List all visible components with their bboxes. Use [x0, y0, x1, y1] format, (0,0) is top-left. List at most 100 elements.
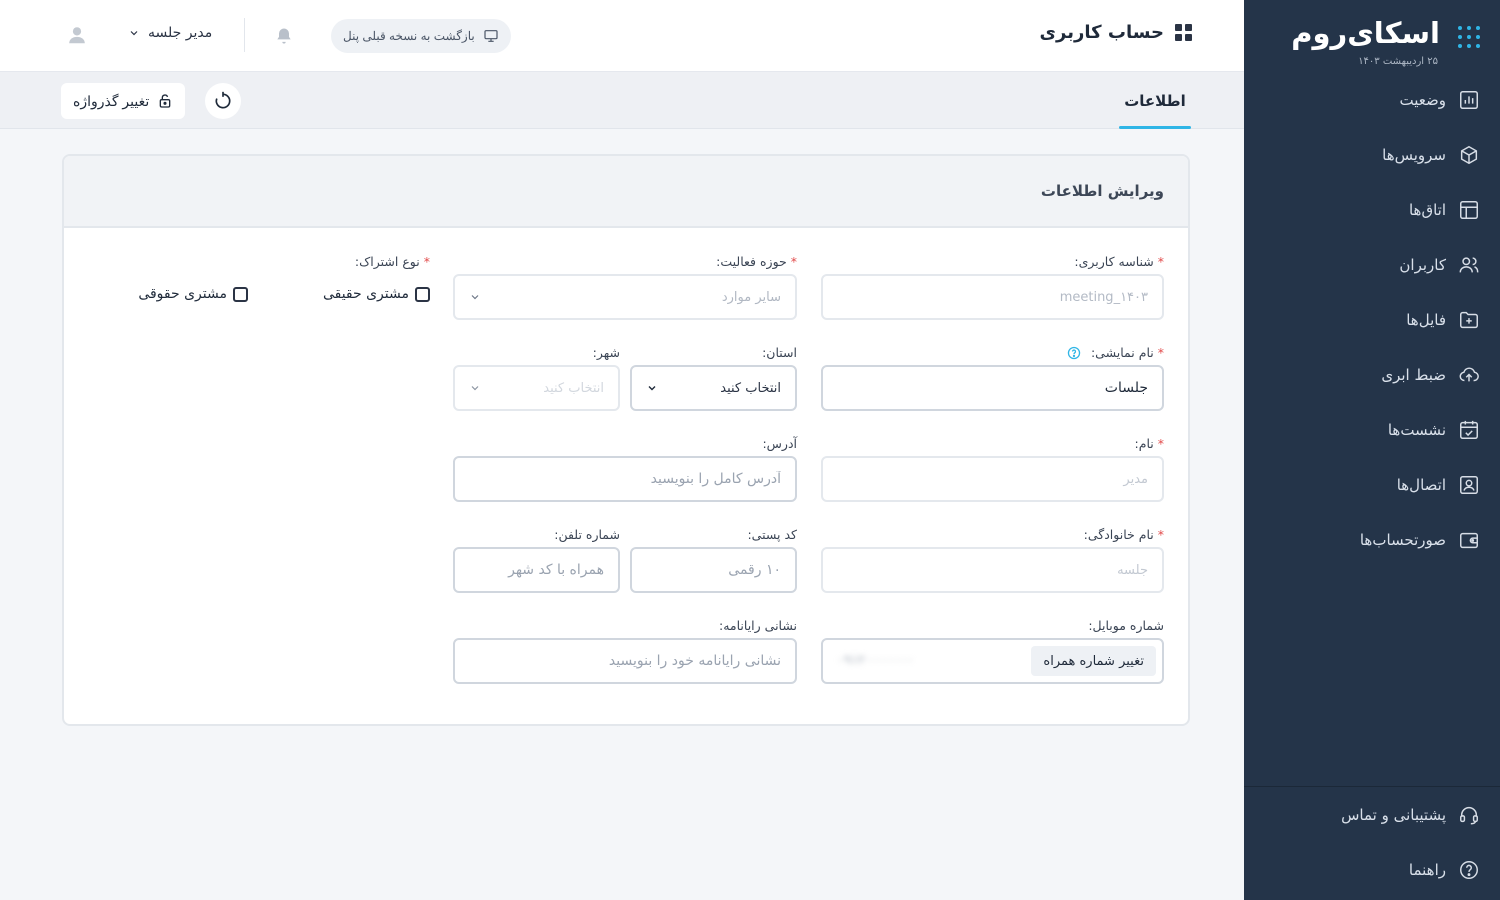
sidebar-item-support[interactable]: پشتیبانی و تماس — [1244, 787, 1500, 842]
user-menu[interactable]: مدیر جلسه — [128, 25, 212, 41]
sidebar-item-users[interactable]: کاربران — [1244, 237, 1500, 292]
required-mark: * — [1157, 436, 1164, 451]
sidebar-item-label: پشتیبانی و تماس — [1341, 805, 1446, 824]
phone-input[interactable] — [453, 547, 620, 593]
mobile-field: شماره موبایل: تغییر شماره همراه ۰۹۱۲۰۰۰۰… — [821, 618, 1164, 684]
email-input[interactable] — [453, 638, 797, 684]
province-label: استان: — [762, 345, 797, 360]
sidebar-item-label: اتاق‌ها — [1408, 200, 1446, 219]
sidebar-item-invoices[interactable]: صورتحساب‌ها — [1244, 512, 1500, 567]
monitor-icon — [484, 30, 498, 42]
sidebar-item-connections[interactable]: اتصال‌ها — [1244, 457, 1500, 512]
first-name-field: * نام: — [821, 436, 1165, 502]
tab-bar: اطلاعات تغییر گذرواژه — [0, 72, 1244, 129]
sidebar-item-label: ضبط ابری — [1381, 365, 1446, 384]
chevron-down-icon — [130, 31, 138, 36]
postal-code-label: کد پستی: — [747, 527, 797, 542]
email-field: نشانی رایانامه: — [453, 618, 797, 684]
avatar-icon[interactable] — [66, 24, 88, 46]
sidebar-item-files[interactable]: فایل‌ها — [1244, 292, 1500, 347]
postal-code-input[interactable] — [630, 547, 797, 593]
mobile-label: شماره موبایل: — [1088, 618, 1164, 633]
email-label: نشانی رایانامه: — [718, 618, 797, 633]
display-name-label-text: نام نمایشی: — [1090, 345, 1154, 360]
sidebar: اسکای‌روم ۲۵ اردیبهشت ۱۴۰۳ وضعیت سرویس‌ه… — [1244, 0, 1500, 900]
city-select[interactable]: انتخاب کنید — [453, 365, 620, 411]
required-mark: * — [790, 254, 797, 269]
sidebar-item-label: وضعیت — [1399, 90, 1446, 109]
username-input[interactable] — [821, 274, 1164, 320]
sidebar-bottom-nav: پشتیبانی و تماس راهنما — [1244, 786, 1500, 900]
mobile-input: تغییر شماره همراه ۰۹۱۲۰۰۰۰۰۰۰ — [821, 638, 1164, 684]
required-mark: * — [423, 254, 430, 269]
sidebar-item-label: راهنما — [1408, 860, 1446, 879]
sidebar-item-label: کاربران — [1399, 255, 1446, 274]
change-password-label: تغییر گذرواژه — [73, 92, 150, 109]
chevron-down-icon — [648, 386, 656, 391]
province-select[interactable]: انتخاب کنید — [630, 365, 797, 411]
address-input[interactable] — [453, 456, 797, 502]
back-to-old-panel-label: بازگشت به نسخه قبلی پنل — [343, 29, 475, 43]
calendar-check-icon — [1460, 420, 1478, 439]
legal-customer-option[interactable]: مشتری حقوقی — [138, 286, 248, 302]
cloud-upload-icon — [1459, 366, 1479, 381]
sidebar-item-label: صورتحساب‌ها — [1359, 530, 1446, 549]
province-field: استان: انتخاب کنید — [630, 345, 797, 411]
phone-field: شماره تلفن: — [453, 527, 620, 593]
refresh-icon — [215, 91, 231, 109]
real-customer-option[interactable]: مشتری حقیقی — [323, 286, 430, 302]
sidebar-item-label: اتصال‌ها — [1396, 475, 1446, 494]
chart-icon — [1460, 90, 1478, 109]
phone-label: شماره تلفن: — [554, 527, 620, 542]
real-customer-checkbox[interactable] — [415, 286, 430, 302]
required-mark: * — [1157, 345, 1164, 360]
last-name-label-text: نام خانوادگی: — [1083, 527, 1154, 542]
back-to-old-panel-button[interactable]: بازگشت به نسخه قبلی پنل — [331, 19, 511, 53]
apps-grid-icon[interactable] — [1458, 26, 1480, 48]
province-select-value: انتخاب کنید — [720, 380, 781, 396]
page-title: حساب کاربری — [1039, 22, 1164, 43]
sidebar-item-cloud-recording[interactable]: ضبط ابری — [1244, 347, 1500, 402]
legal-customer-checkbox[interactable] — [233, 286, 248, 302]
username-field: * شناسه کاربری: — [821, 254, 1164, 320]
card-title: ویرایش اطلاعات — [1040, 182, 1164, 200]
chevron-down-icon — [471, 295, 479, 300]
users-icon — [1459, 256, 1479, 272]
change-password-button[interactable]: تغییر گذرواژه — [61, 83, 186, 119]
refresh-button[interactable] — [205, 83, 241, 119]
top-header: حساب کاربری بازگشت به نسخه قبلی پنل مدیر… — [0, 0, 1244, 72]
display-name-label: * نام نمایشی: — [1067, 345, 1164, 360]
sidebar-item-status[interactable]: وضعیت — [1244, 72, 1500, 127]
last-name-label: * نام خانوادگی: — [1084, 527, 1164, 542]
grid-icon — [1174, 23, 1192, 42]
sidebar-item-rooms[interactable]: اتاق‌ها — [1244, 182, 1500, 237]
question-circle-icon[interactable] — [1067, 346, 1081, 360]
username-label: * شناسه کاربری: — [1074, 254, 1164, 269]
sidebar-item-services[interactable]: سرویس‌ها — [1244, 127, 1500, 182]
change-mobile-button[interactable]: تغییر شماره همراه — [1031, 646, 1156, 676]
chevron-down-icon — [471, 386, 479, 391]
display-name-field: * نام نمایشی: — [821, 345, 1164, 411]
first-name-input[interactable] — [821, 456, 1164, 502]
brand[interactable]: اسکای‌روم ۲۵ اردیبهشت ۱۴۰۳ — [1264, 16, 1480, 72]
subscription-label: * نوع اشتراک: — [355, 254, 430, 269]
mobile-value: ۰۹۱۲۰۰۰۰۰۰۰ — [837, 653, 914, 668]
city-select-value: انتخاب کنید — [543, 380, 604, 396]
brand-logo-text: اسکای‌روم — [1291, 16, 1441, 50]
page-title-wrap: حساب کاربری — [1040, 22, 1192, 43]
activity-select[interactable]: سایر موارد — [453, 274, 797, 320]
city-field: شهر: انتخاب کنید — [453, 345, 620, 411]
first-name-label: * نام: — [1135, 436, 1165, 451]
last-name-input[interactable] — [821, 547, 1164, 593]
user-name: مدیر جلسه — [148, 25, 213, 41]
lock-icon — [159, 94, 171, 108]
card-header: ویرایش اطلاعات — [64, 156, 1188, 228]
bell-icon[interactable] — [274, 26, 294, 46]
required-mark: * — [1157, 254, 1164, 269]
edit-info-card: ویرایش اطلاعات *شناسه کاربری: *حوزه فعال… — [62, 154, 1190, 726]
contact-icon — [1460, 475, 1478, 494]
display-name-input[interactable] — [821, 365, 1164, 411]
tab-information[interactable]: اطلاعات — [1119, 72, 1191, 129]
sidebar-item-sessions[interactable]: نشست‌ها — [1244, 402, 1500, 457]
sidebar-item-help[interactable]: راهنما — [1244, 842, 1500, 897]
